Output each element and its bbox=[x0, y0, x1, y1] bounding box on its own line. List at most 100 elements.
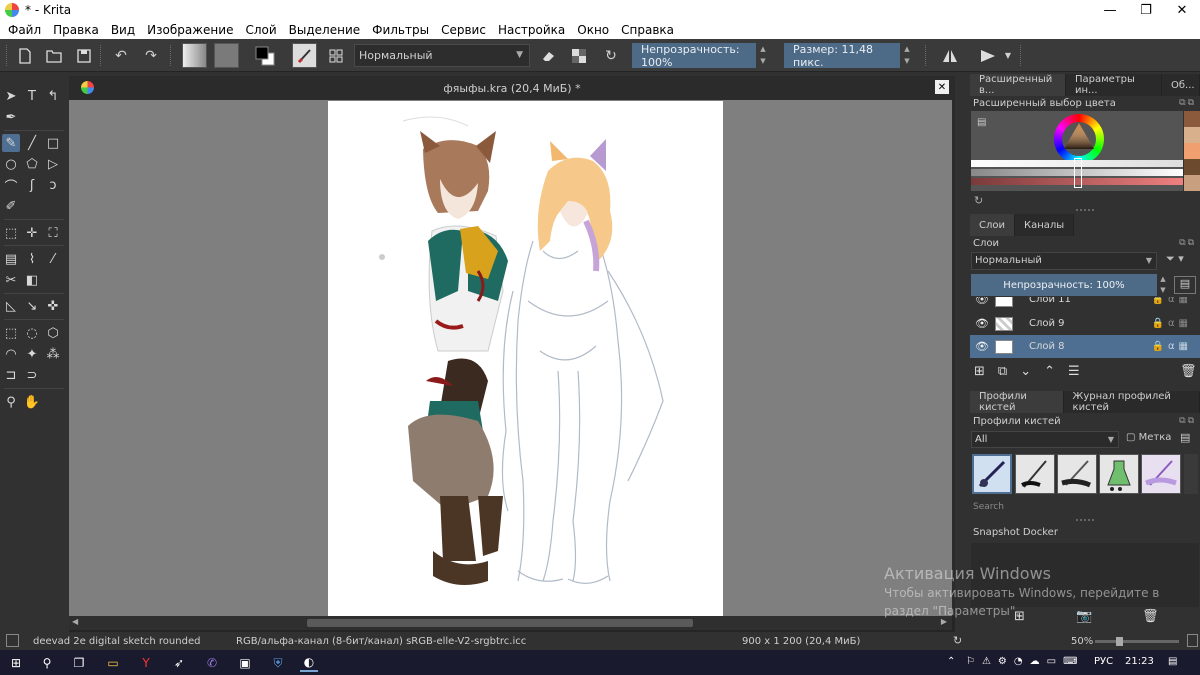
mirror-vertical-icon[interactable] bbox=[976, 43, 1000, 68]
brush-preset-item[interactable] bbox=[1015, 454, 1055, 494]
eye-icon[interactable]: 👁 bbox=[975, 317, 989, 330]
app-icon[interactable]: ➶ bbox=[170, 654, 188, 672]
eye-icon[interactable]: 👁 bbox=[975, 297, 989, 306]
input-language[interactable]: РУС bbox=[1094, 656, 1113, 667]
app-icon[interactable]: ▣ bbox=[236, 654, 254, 672]
maximize-button[interactable]: ❐ bbox=[1128, 0, 1164, 20]
canvas-viewport[interactable] bbox=[69, 100, 952, 616]
blend-mode-dropdown[interactable]: Нормальный ▼ bbox=[354, 44, 530, 67]
move-layer-up-icon[interactable]: ⌃ bbox=[1044, 364, 1068, 379]
rotate-canvas-icon[interactable]: ↻ bbox=[953, 634, 962, 647]
minimize-button[interactable]: — bbox=[1092, 0, 1128, 20]
delete-layer-icon[interactable]: 🗑 bbox=[1180, 364, 1197, 379]
freehand-path-icon[interactable]: ʃ bbox=[23, 176, 41, 194]
color-triangle[interactable] bbox=[1062, 121, 1096, 151]
zoom-slider-handle[interactable] bbox=[1116, 637, 1123, 646]
brush-scrollbar[interactable] bbox=[1184, 454, 1198, 494]
magnetic-select-icon[interactable]: ⊃ bbox=[23, 366, 41, 384]
undo-icon[interactable]: ↶ bbox=[110, 43, 132, 68]
krita-taskbar-icon[interactable]: ◐ bbox=[300, 654, 318, 672]
reference-tool-icon[interactable]: ✜ bbox=[44, 297, 62, 315]
transform-tool-icon[interactable]: ⛶ bbox=[44, 224, 62, 242]
color-swatch[interactable] bbox=[1184, 159, 1200, 175]
layer-settings-icon[interactable]: ☰ bbox=[1068, 364, 1093, 379]
shield-icon[interactable]: ⛨ bbox=[269, 654, 287, 672]
open-folder-icon[interactable] bbox=[43, 43, 65, 68]
close-document-icon[interactable]: ✕ bbox=[935, 80, 949, 94]
save-icon[interactable] bbox=[73, 43, 95, 68]
menu-tools[interactable]: Сервис bbox=[435, 23, 492, 37]
docker-grip[interactable] bbox=[1076, 209, 1094, 211]
document-tab[interactable]: фяыфы.kra (20,4 МиБ) * ✕ bbox=[69, 76, 955, 100]
refresh-icon[interactable]: ↻ bbox=[974, 194, 983, 207]
ellipse-select-icon[interactable]: ◌ bbox=[23, 324, 41, 342]
menu-image[interactable]: Изображение bbox=[141, 23, 239, 37]
close-button[interactable]: ✕ bbox=[1164, 0, 1200, 20]
brush-preset-item[interactable] bbox=[972, 454, 1012, 494]
eye-icon[interactable]: 👁 bbox=[975, 340, 989, 353]
pattern-preset-button[interactable] bbox=[214, 43, 239, 68]
calligraphy-icon[interactable]: ✒ bbox=[2, 108, 20, 126]
tab-layers[interactable]: Слои bbox=[970, 214, 1015, 236]
line-tool-icon[interactable]: ╱ bbox=[23, 134, 41, 152]
scroll-left-icon[interactable]: ◀ bbox=[72, 617, 78, 626]
menu-view[interactable]: Вид bbox=[105, 23, 141, 37]
brush-search-input[interactable]: Search bbox=[971, 500, 1197, 516]
task-view-icon[interactable]: ❐ bbox=[70, 654, 88, 672]
color-swatch[interactable] bbox=[1184, 143, 1200, 159]
docker-controls-icon[interactable]: ⧉⧉ bbox=[1179, 416, 1196, 426]
redo-icon[interactable]: ↷ bbox=[140, 43, 162, 68]
move-tool-icon[interactable]: ✛ bbox=[23, 224, 41, 242]
layer-row-selected[interactable]: 👁 Слой 8 🔒α▦ bbox=[970, 335, 1200, 358]
brush-status-icon[interactable] bbox=[6, 634, 19, 647]
chevron-down-icon[interactable]: ▼ bbox=[1003, 43, 1013, 68]
fill-tool-icon[interactable]: ◧ bbox=[23, 271, 41, 289]
docker-controls-icon[interactable]: ⧉⧉ bbox=[1179, 238, 1196, 248]
crop-tool-icon[interactable]: ⬚ bbox=[2, 224, 20, 242]
canvas-paper[interactable] bbox=[328, 101, 723, 616]
color-picker-icon[interactable]: ⌇ bbox=[23, 250, 41, 268]
duplicate-layer-icon[interactable]: ⧉ bbox=[998, 364, 1020, 379]
grid-options-icon[interactable] bbox=[325, 43, 347, 68]
tab-brush-history[interactable]: Журнал профилей кистей bbox=[1063, 391, 1200, 413]
tab-advanced-color[interactable]: Расширенный в... bbox=[970, 74, 1066, 96]
freehand-brush-icon[interactable]: ✎ bbox=[2, 134, 20, 152]
edit-shapes-icon[interactable]: ↰ bbox=[44, 87, 62, 105]
layer-lock-icons[interactable]: 🔒α▦ bbox=[1152, 297, 1193, 305]
windows-start-icon[interactable]: ⊞ bbox=[7, 654, 25, 672]
layer-row[interactable]: 👁 Слой 9 🔒α▦ bbox=[970, 312, 1200, 335]
polyline-tool-icon[interactable]: ▷ bbox=[44, 155, 62, 173]
vertical-scrollbar[interactable] bbox=[952, 100, 955, 616]
move-layer-down-icon[interactable]: ⌄ bbox=[1020, 364, 1044, 379]
color-swatch[interactable] bbox=[1184, 175, 1200, 191]
polygon-select-icon[interactable]: ⬡ bbox=[44, 324, 62, 342]
brush-tag-checkbox[interactable]: ▢ Метка bbox=[1126, 432, 1171, 443]
gradient-tool-icon[interactable]: ▤ bbox=[2, 250, 20, 268]
dynamic-brush-icon[interactable]: ↄ bbox=[44, 176, 62, 194]
menu-file[interactable]: Файл bbox=[2, 23, 47, 37]
brush-filter-dropdown[interactable]: All ▼ bbox=[971, 431, 1119, 448]
color-swatch[interactable] bbox=[1184, 127, 1200, 143]
bezier-select-icon[interactable]: ⊐ bbox=[2, 366, 20, 384]
reload-preset-icon[interactable]: ↻ bbox=[600, 43, 622, 68]
freehand-select-icon[interactable]: ◠ bbox=[2, 345, 20, 363]
pan-tool-icon[interactable]: ✋ bbox=[23, 393, 41, 411]
assistant-tool-icon[interactable]: ↘ bbox=[23, 297, 41, 315]
menu-settings[interactable]: Настройка bbox=[492, 23, 571, 37]
contiguous-select-icon[interactable]: ✦ bbox=[23, 345, 41, 363]
opacity-spinner[interactable]: ▲ ▼ bbox=[758, 43, 768, 68]
fit-view-icon[interactable] bbox=[1187, 634, 1198, 647]
file-explorer-icon[interactable]: ▭ bbox=[104, 654, 122, 672]
color-swatch[interactable] bbox=[1184, 111, 1200, 127]
ellipse-tool-icon[interactable]: ○ bbox=[2, 155, 20, 173]
horizontal-scrollbar[interactable]: ◀ ▶ bbox=[69, 616, 952, 630]
brush-preset-icon[interactable] bbox=[292, 43, 317, 68]
layer-lock-icons[interactable]: 🔒α▦ bbox=[1152, 318, 1193, 329]
tab-brush-presets[interactable]: Профили кистей bbox=[970, 391, 1064, 413]
tab-channels[interactable]: Каналы bbox=[1015, 214, 1075, 236]
layer-row[interactable]: 👁 Слой 11 🔒α▦ bbox=[970, 297, 1200, 311]
color-selector[interactable]: ▤ bbox=[971, 111, 1183, 191]
color-settings-icon[interactable]: ▤ bbox=[977, 117, 986, 128]
colorize-mask-icon[interactable]: ✂ bbox=[2, 271, 20, 289]
text-tool-icon[interactable]: T bbox=[23, 87, 41, 105]
